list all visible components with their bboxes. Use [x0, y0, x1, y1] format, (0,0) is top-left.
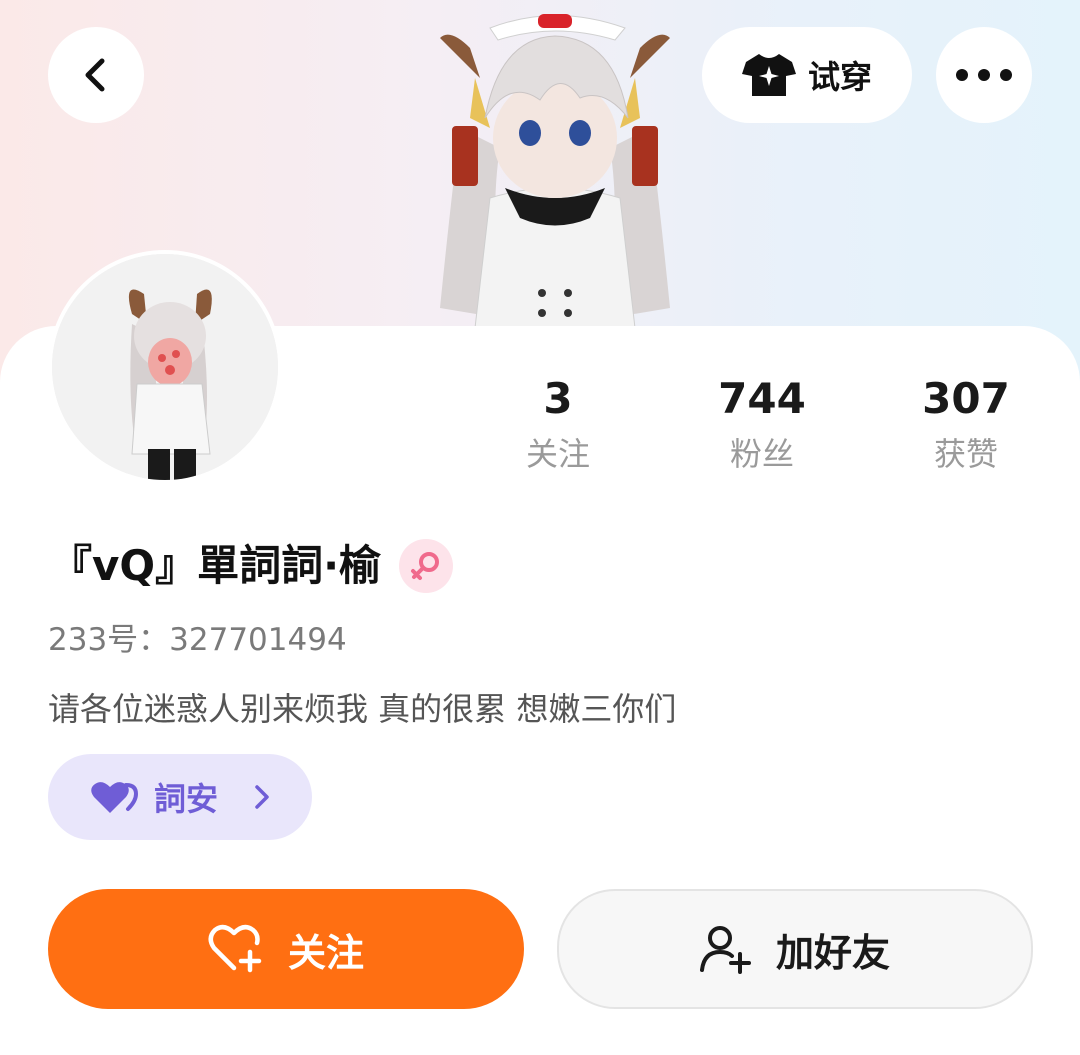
stat-fans[interactable]: 744 粉丝 — [682, 372, 842, 474]
profile-name: 『vQ』單詞詞·榆 — [50, 541, 382, 590]
try-on-label: 试穿 — [807, 58, 872, 96]
stat-likes[interactable]: 307 获赞 — [886, 372, 1046, 474]
add-user-icon — [699, 926, 751, 974]
add-friend-label: 加好友 — [775, 930, 890, 975]
stat-following[interactable]: 3 关注 — [478, 372, 638, 474]
gender-badge — [399, 539, 454, 593]
name-row: 『vQ』單詞詞·榆 — [50, 538, 454, 594]
fans-label: 粉丝 — [729, 435, 794, 473]
avatar-3d-figure — [440, 14, 670, 328]
more-dots-icon — [956, 69, 1012, 81]
tshirt-icon — [741, 54, 796, 96]
heart-pair-icon — [91, 782, 138, 813]
user-id: 233号：327701494 — [48, 622, 347, 658]
fans-count: 744 — [718, 374, 806, 423]
follow-button[interactable]: 关注 — [48, 889, 524, 1009]
try-on-button[interactable]: 试穿 — [702, 27, 912, 123]
add-friend-button[interactable]: 加好友 — [557, 889, 1033, 1009]
following-count: 3 — [543, 374, 573, 423]
back-button[interactable] — [48, 27, 144, 123]
heart-plus-icon — [208, 924, 262, 973]
chevron-right-icon — [255, 785, 269, 809]
relationship-tag[interactable]: 詞安 — [48, 754, 312, 840]
likes-count: 307 — [922, 374, 1010, 423]
bio: 请各位迷惑人别来烦我 真的很累 想嫩三你们 — [48, 690, 677, 728]
female-icon — [411, 552, 440, 580]
avatar-image — [52, 254, 278, 480]
following-label: 关注 — [525, 435, 590, 473]
likes-label: 获赞 — [933, 435, 998, 473]
follow-label: 关注 — [287, 930, 364, 975]
avatar[interactable] — [48, 250, 282, 484]
tag-label: 詞安 — [154, 780, 219, 818]
chevron-left-icon — [85, 58, 105, 92]
more-button[interactable] — [936, 27, 1032, 123]
avatar-figure — [52, 254, 278, 480]
